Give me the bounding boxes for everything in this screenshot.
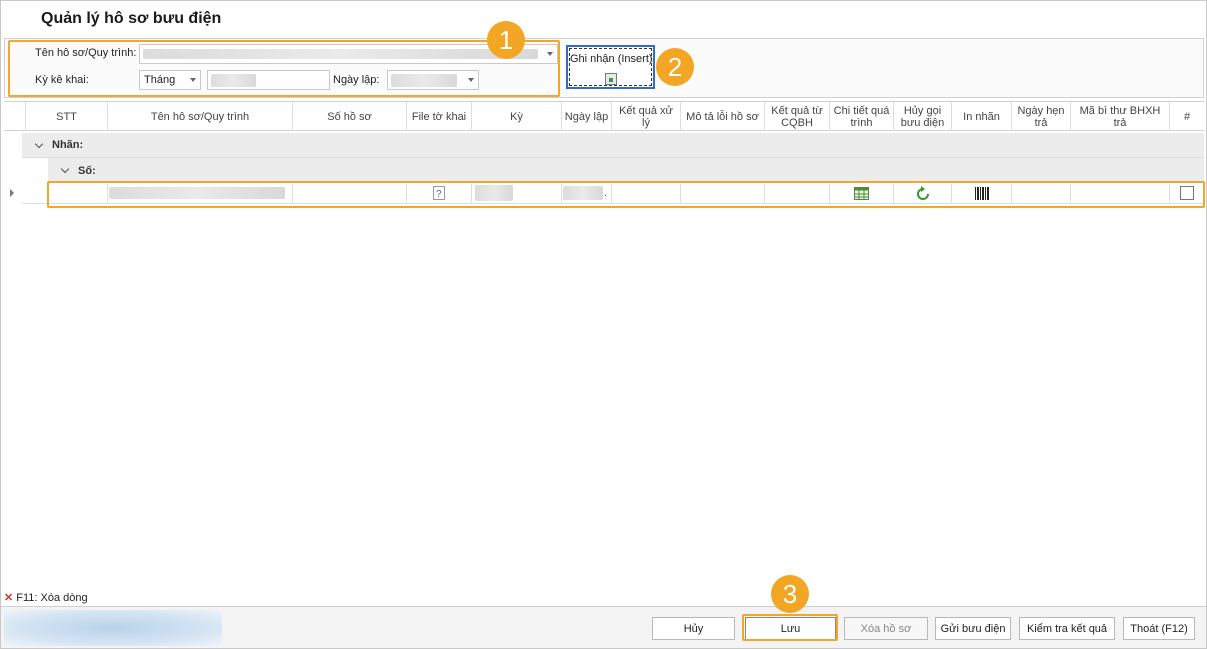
delete-row-icon: ✕ (4, 592, 14, 604)
row-indicator-icon (10, 189, 14, 197)
highlight-box-filters (8, 40, 560, 97)
col-result[interactable]: Kết quả xử lý (611, 102, 680, 131)
highlight-box-row (47, 181, 1205, 208)
chevron-down-icon (34, 139, 44, 149)
cancel-button[interactable]: Hủy (652, 617, 735, 640)
col-file[interactable]: File tờ khai (406, 102, 471, 131)
col-record-name[interactable]: Tên hô sơ/Quy trình (107, 102, 292, 131)
col-date[interactable]: Ngày lập (561, 102, 611, 131)
group-number-text: Số: (78, 165, 96, 177)
col-appointment[interactable]: Ngày hẹn trả (1011, 102, 1070, 131)
col-period[interactable]: Kỳ (471, 102, 561, 131)
page-title: Quản lý hô sơ bưu điện (41, 10, 222, 27)
grid-header: STT Tên hô sơ/Quy trình Số hồ sơ File tờ… (4, 101, 1204, 131)
check-result-button[interactable]: Kiểm tra kết quả (1019, 617, 1115, 640)
insert-button-label: Ghi nhận (Insert) (570, 53, 653, 65)
col-record-number[interactable]: Số hồ sơ (292, 102, 406, 131)
badge-2: 2 (656, 48, 694, 86)
footer-hint: ✕ F11: Xóa dòng (4, 591, 88, 604)
col-cqbh-result[interactable]: Kết quả từ CQBH (764, 102, 829, 131)
insert-icon (605, 73, 617, 85)
col-check[interactable]: # (1169, 102, 1204, 131)
group-row-label[interactable]: Nhãn: (22, 133, 1204, 158)
insert-button[interactable]: Ghi nhận (Insert) (566, 45, 655, 89)
footer-logo (4, 610, 222, 646)
highlight-box-save (742, 614, 838, 641)
col-process-detail[interactable]: Chi tiết quá trình (829, 102, 893, 131)
badge-1: 1 (487, 21, 525, 59)
footer-hint-text: F11: Xóa dòng (16, 592, 88, 604)
col-error-desc[interactable]: Mô tả lỗi hồ sơ (680, 102, 764, 131)
group-label-text: Nhãn: (52, 139, 84, 151)
col-cancel-post[interactable]: Hủy gọi bưu điện (893, 102, 951, 131)
exit-button[interactable]: Thoát (F12) (1123, 617, 1195, 640)
col-print-label[interactable]: In nhãn (951, 102, 1011, 131)
col-envelope-code[interactable]: Mã bì thư BHXH trả (1070, 102, 1169, 131)
delete-record-button[interactable]: Xóa hồ sơ (844, 617, 928, 640)
group-row-number[interactable]: Số: (48, 158, 1204, 183)
badge-3: 3 (771, 575, 809, 613)
chevron-down-icon (60, 164, 70, 174)
col-stt[interactable]: STT (25, 102, 107, 131)
send-post-button[interactable]: Gửi bưu điện (935, 617, 1011, 640)
